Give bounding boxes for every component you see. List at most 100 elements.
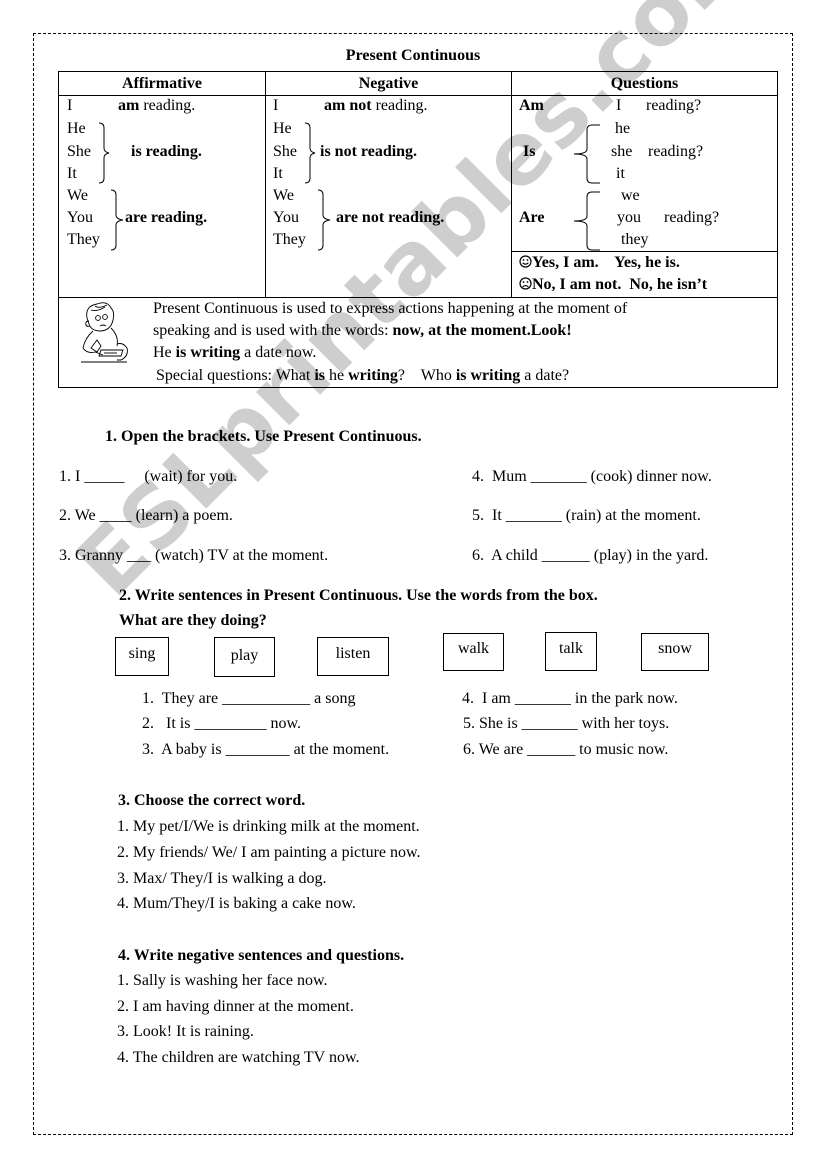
note-text-bold: is <box>314 367 326 384</box>
word-box-label: sing <box>128 645 156 662</box>
exercise2-item: 2. It is _________ now. <box>142 715 301 732</box>
exercise4-item: 4. The children are watching TV now. <box>117 1049 360 1066</box>
right-brace-icon <box>110 189 124 251</box>
pronoun: she <box>611 143 633 160</box>
note-text: a date now. <box>240 344 317 361</box>
main-verb: reading. <box>143 97 196 114</box>
exercise2-item: 5. She is _______ with her toys. <box>463 715 670 732</box>
aux-verb-phrase: is reading. <box>131 143 202 160</box>
boy-writing-illustration <box>81 302 128 363</box>
exercise2-heading: 2. Write sentences in Present Continuous… <box>119 587 598 604</box>
exercise3-heading: 3. Choose the correct word. <box>118 792 306 809</box>
smiley-happy-icon <box>519 255 532 268</box>
aux-verb-phrase: is not reading. <box>320 143 418 160</box>
affirmative-cell: I am reading. He She It is reading. We Y… <box>59 96 265 296</box>
exercise2-subheading: What are they doing? <box>119 612 267 629</box>
pronoun: She <box>273 143 297 160</box>
header-negative: Negative <box>358 75 419 92</box>
word-box-label: walk <box>457 640 490 657</box>
smiley-sad-icon <box>519 277 532 290</box>
left-brace-icon <box>573 191 600 251</box>
right-brace-icon <box>317 189 331 251</box>
usage-note-line: speaking and is used with the words: now… <box>153 322 572 340</box>
pronoun: You <box>273 209 299 226</box>
pronoun: We <box>67 187 88 204</box>
aux-verb: Am <box>519 97 544 114</box>
pronoun: It <box>67 165 77 182</box>
exercise2-item: 6. We are ______ to music now. <box>463 741 669 758</box>
word-box: play <box>214 637 275 677</box>
pronoun: They <box>273 231 306 248</box>
pronoun: we <box>621 187 640 204</box>
questions-cell: Am I reading? he Is she reading? it we A… <box>512 96 777 252</box>
page-title: Present Continuous <box>345 47 481 64</box>
special-questions: Special questions: What is he writing? W… <box>156 367 569 385</box>
pronoun: We <box>273 187 294 204</box>
exercise3-item: 2. My friends/ We/ I am painting a pictu… <box>117 844 421 861</box>
pronoun: they <box>621 231 649 248</box>
word-box-label: talk <box>559 640 583 657</box>
note-text: he <box>325 367 349 384</box>
worksheet-page: Present Continuous Affirmative Negative … <box>0 0 826 1169</box>
signal-words: now, at the moment.Look! <box>392 322 572 339</box>
word-box: sing <box>115 637 169 676</box>
exercise1-item: 2. We ____ (learn) a poem. <box>59 507 233 524</box>
note-text: He <box>153 344 176 361</box>
aux-verb: Is <box>523 143 536 160</box>
note-text: speaking and is used with the words: <box>153 322 393 339</box>
note-text: ? Who <box>397 367 456 384</box>
word-box: listen <box>317 637 389 676</box>
negative-answer: No, I am not. No, he isn’t <box>532 276 708 293</box>
header-affirmative: Affirmative <box>122 75 202 92</box>
pronoun: They <box>67 231 100 248</box>
word-box-label: play <box>230 647 259 664</box>
exercise3-item: 1. My pet/I/We is drinking milk at the m… <box>117 818 420 835</box>
exercise4-item: 2. I am having dinner at the moment. <box>117 998 354 1015</box>
exercise4-item: 1. Sally is washing her face now. <box>117 972 328 989</box>
main-verb: reading? <box>646 97 702 114</box>
exercise1-heading: 1. Open the brackets. Use Present Contin… <box>105 428 422 445</box>
short-answers-cell: Yes, I am. Yes, he is. No, I am not. No,… <box>512 252 777 297</box>
pronoun: He <box>67 120 86 137</box>
note-text: Special questions: What <box>156 367 315 384</box>
note-text-bold: writing <box>348 367 398 384</box>
aux-verb: am not <box>324 97 372 114</box>
exercise1-item: 6. A child ______ (play) in the yard. <box>472 547 709 564</box>
aux-verb-phrase: are not reading. <box>336 209 445 226</box>
pronoun: he <box>615 120 631 137</box>
note-text-bold: is writing <box>455 367 521 384</box>
example-sentence: He is writing a date now. <box>153 344 316 362</box>
pronoun: You <box>67 209 93 226</box>
pronoun: I <box>273 97 279 114</box>
word-box: snow <box>641 633 709 671</box>
word-box: talk <box>545 632 597 671</box>
main-verb: reading? <box>664 209 720 226</box>
exercise4-heading: 4. Write negative sentences and question… <box>118 947 405 964</box>
positive-answer: Yes, I am. Yes, he is. <box>532 254 680 271</box>
usage-notes-cell: Present Continuous is used to express ac… <box>59 298 777 388</box>
pronoun: you <box>617 209 641 226</box>
word-box-label: snow <box>658 640 692 657</box>
exercise2-item: 1. They are ___________ a song <box>142 690 356 707</box>
exercise3-item: 3. Max/ They/I is walking a dog. <box>117 870 327 887</box>
usage-note-line: Present Continuous is used to express ac… <box>153 300 628 317</box>
pronoun: She <box>67 143 91 160</box>
exercise1-item: 1. I _____ (wait) for you. <box>59 468 238 485</box>
aux-verb: am <box>118 97 140 114</box>
right-brace-icon <box>98 122 110 184</box>
aux-verb-phrase: are reading. <box>125 209 208 226</box>
exercise1-item: 4. Mum _______ (cook) dinner now. <box>472 468 712 485</box>
header-questions: Questions <box>610 75 679 92</box>
grammar-table: Affirmative Negative Questions I am read… <box>58 71 778 388</box>
negative-cell: I am not reading. He She It is not readi… <box>266 96 511 296</box>
pronoun: it <box>616 165 625 182</box>
exercise3-item: 4. Mum/They/I is baking a cake now. <box>117 895 356 912</box>
exercise1-item: 3. Granny ___ (watch) TV at the moment. <box>59 547 329 564</box>
pronoun: It <box>273 165 283 182</box>
note-text-bold: is writing <box>175 344 241 361</box>
exercise2-item: 3. A baby is ________ at the moment. <box>142 741 390 758</box>
main-verb: reading. <box>375 97 428 114</box>
exercise4-item: 3. Look! It is raining. <box>117 1023 254 1040</box>
exercise1-item: 5. It _______ (rain) at the moment. <box>472 507 701 524</box>
word-box-label: listen <box>335 645 371 662</box>
